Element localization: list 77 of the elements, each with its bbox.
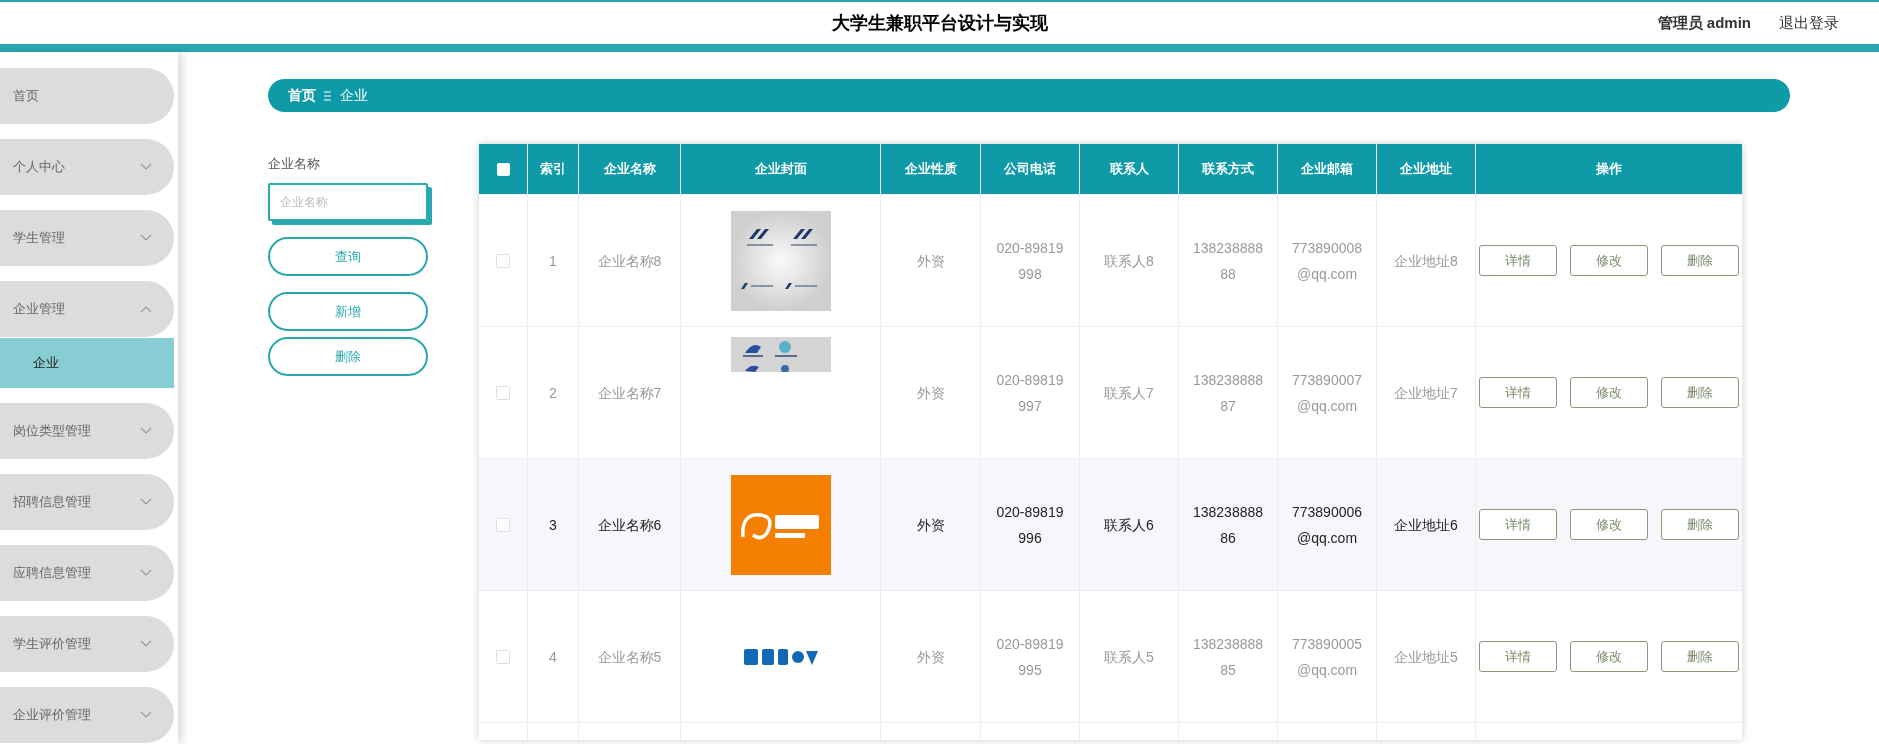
breadcrumb-link[interactable]: 企业 xyxy=(340,85,368,106)
app-title: 大学生兼职平台设计与实现 xyxy=(831,11,1048,35)
table-cell-text: 020-89819996 xyxy=(995,502,1065,548)
table-cell-text: 外资 xyxy=(916,383,945,403)
table-cell-text: 4 xyxy=(549,647,557,667)
column-header: 联系方式 xyxy=(1202,160,1254,179)
field-label: 企业名称 xyxy=(268,155,320,173)
row-action-button[interactable]: 详情 xyxy=(1479,641,1557,672)
table-cell-text: 13823888888 xyxy=(1192,238,1264,284)
table-cell-text: 联系人7 xyxy=(1104,383,1154,403)
menu-item[interactable]: 首页 xyxy=(0,68,174,124)
table-cell-text: 企业地址5 xyxy=(1394,647,1458,667)
column-header: 操作 xyxy=(1596,160,1622,179)
table-cell-text: 联系人5 xyxy=(1104,647,1154,667)
menu-item[interactable]: 岗位类型管理 xyxy=(0,403,174,459)
table-cell-text: 企业地址8 xyxy=(1394,251,1458,271)
user-label: 管理员 admin xyxy=(1657,12,1751,33)
column-header: 企业地址 xyxy=(1400,160,1452,179)
row-action-button[interactable]: 详情 xyxy=(1479,377,1557,408)
row-action-button[interactable]: 详情 xyxy=(1479,245,1557,276)
menu-item[interactable]: 企业评价管理 xyxy=(0,687,174,743)
table-row[interactable]: 3 企业名称6 外资 020-89819996 联系人6 13823888886 773890006@qq.com 企业地址6 详情 修改 删除 xyxy=(479,458,1742,590)
action-button[interactable]: 删除 xyxy=(268,337,428,376)
column-header: 企业名称 xyxy=(603,160,656,179)
menu-item[interactable]: 招聘信息管理 xyxy=(0,474,174,530)
logout-link[interactable]: 退出登录 xyxy=(1779,11,1839,35)
table-cell-text: 773890006@qq.com xyxy=(1291,502,1363,548)
column-header: 公司电话 xyxy=(1004,160,1056,179)
row-action-button[interactable]: 删除 xyxy=(1661,245,1739,276)
row-action-button[interactable]: 修改 xyxy=(1570,377,1648,408)
table-row[interactable]: 1 企业名称8 外资 020-89819998 联系人8 13823888888 773890008@qq.com 企业地址8 详情 修改 删除 xyxy=(479,194,1742,326)
table-cell-text: 外资 xyxy=(916,251,945,271)
row-action-button[interactable]: 删除 xyxy=(1661,641,1739,672)
table-cell-text: 020-89819995 xyxy=(995,634,1065,680)
row-action-button[interactable]: 删除 xyxy=(1661,509,1739,540)
column-header: 企业性质 xyxy=(904,160,957,179)
column-header: 企业封面 xyxy=(754,160,807,179)
menu-item[interactable]: 企业管理 xyxy=(0,281,174,337)
row-action-button[interactable]: 详情 xyxy=(1479,509,1557,540)
table-cell-text: 13823888886 xyxy=(1192,502,1264,548)
table-cell-text: 2 xyxy=(549,383,557,403)
table-cell-text: 企业名称6 xyxy=(597,515,662,535)
table-cell-text: 外资 xyxy=(916,647,945,667)
table-cell-text: 企业名称7 xyxy=(597,383,662,403)
column-header: 企业邮箱 xyxy=(1301,160,1353,179)
table-cell-text: 企业名称5 xyxy=(597,647,662,667)
table-cell-text: 020-89819998 xyxy=(995,238,1065,284)
table-cell-text: 企业地址6 xyxy=(1394,515,1458,535)
table-cell-text: 13823888885 xyxy=(1192,634,1264,680)
table-cell-text: 3 xyxy=(549,515,557,535)
table-cell-text: 企业地址7 xyxy=(1394,383,1458,403)
table-cell-text: 13823888887 xyxy=(1192,370,1264,416)
table-cell-text: 企业名称8 xyxy=(597,251,662,271)
action-button[interactable]: 查询 xyxy=(268,237,428,276)
table-cell-text: 773890007@qq.com xyxy=(1291,370,1363,416)
table-cell-text: 020-89819997 xyxy=(995,370,1065,416)
row-action-button[interactable]: 修改 xyxy=(1570,245,1648,276)
table-cell-text: 外资 xyxy=(916,515,945,535)
menu-item[interactable]: 学生评价管理 xyxy=(0,616,174,672)
submenu-item[interactable]: 企业 xyxy=(0,338,174,388)
table-cell-text: 联系人8 xyxy=(1104,251,1154,271)
menu-item[interactable]: 学生管理 xyxy=(0,210,174,266)
table-row[interactable]: 2 企业名称7 外资 020-89819997 联系人7 13823888887 773890007@qq.com 企业地址7 详情 修改 删除 xyxy=(479,326,1742,458)
menu-item[interactable]: 应聘信息管理 xyxy=(0,545,174,601)
row-action-button[interactable]: 删除 xyxy=(1661,377,1739,408)
column-header: 联系人 xyxy=(1109,160,1149,179)
table-cell-text: 773890005@qq.com xyxy=(1291,634,1363,680)
row-action-button[interactable]: 修改 xyxy=(1570,641,1648,672)
table-row[interactable]: 4 企业名称5 外资 020-89819995 联系人5 13823888885 773890005@qq.com 企业地址5 详情 修改 删除 xyxy=(479,590,1742,722)
menu-item[interactable]: 个人中心 xyxy=(0,139,174,195)
breadcrumb-link[interactable]: 首页 xyxy=(288,85,316,106)
column-header: 索引 xyxy=(540,160,566,179)
action-button[interactable]: 新增 xyxy=(268,292,428,331)
table-cell-text: 1 xyxy=(549,251,557,271)
table-cell-text: 773890008@qq.com xyxy=(1291,238,1363,284)
row-action-button[interactable]: 修改 xyxy=(1570,509,1648,540)
table-cell-text: 联系人6 xyxy=(1104,515,1154,535)
